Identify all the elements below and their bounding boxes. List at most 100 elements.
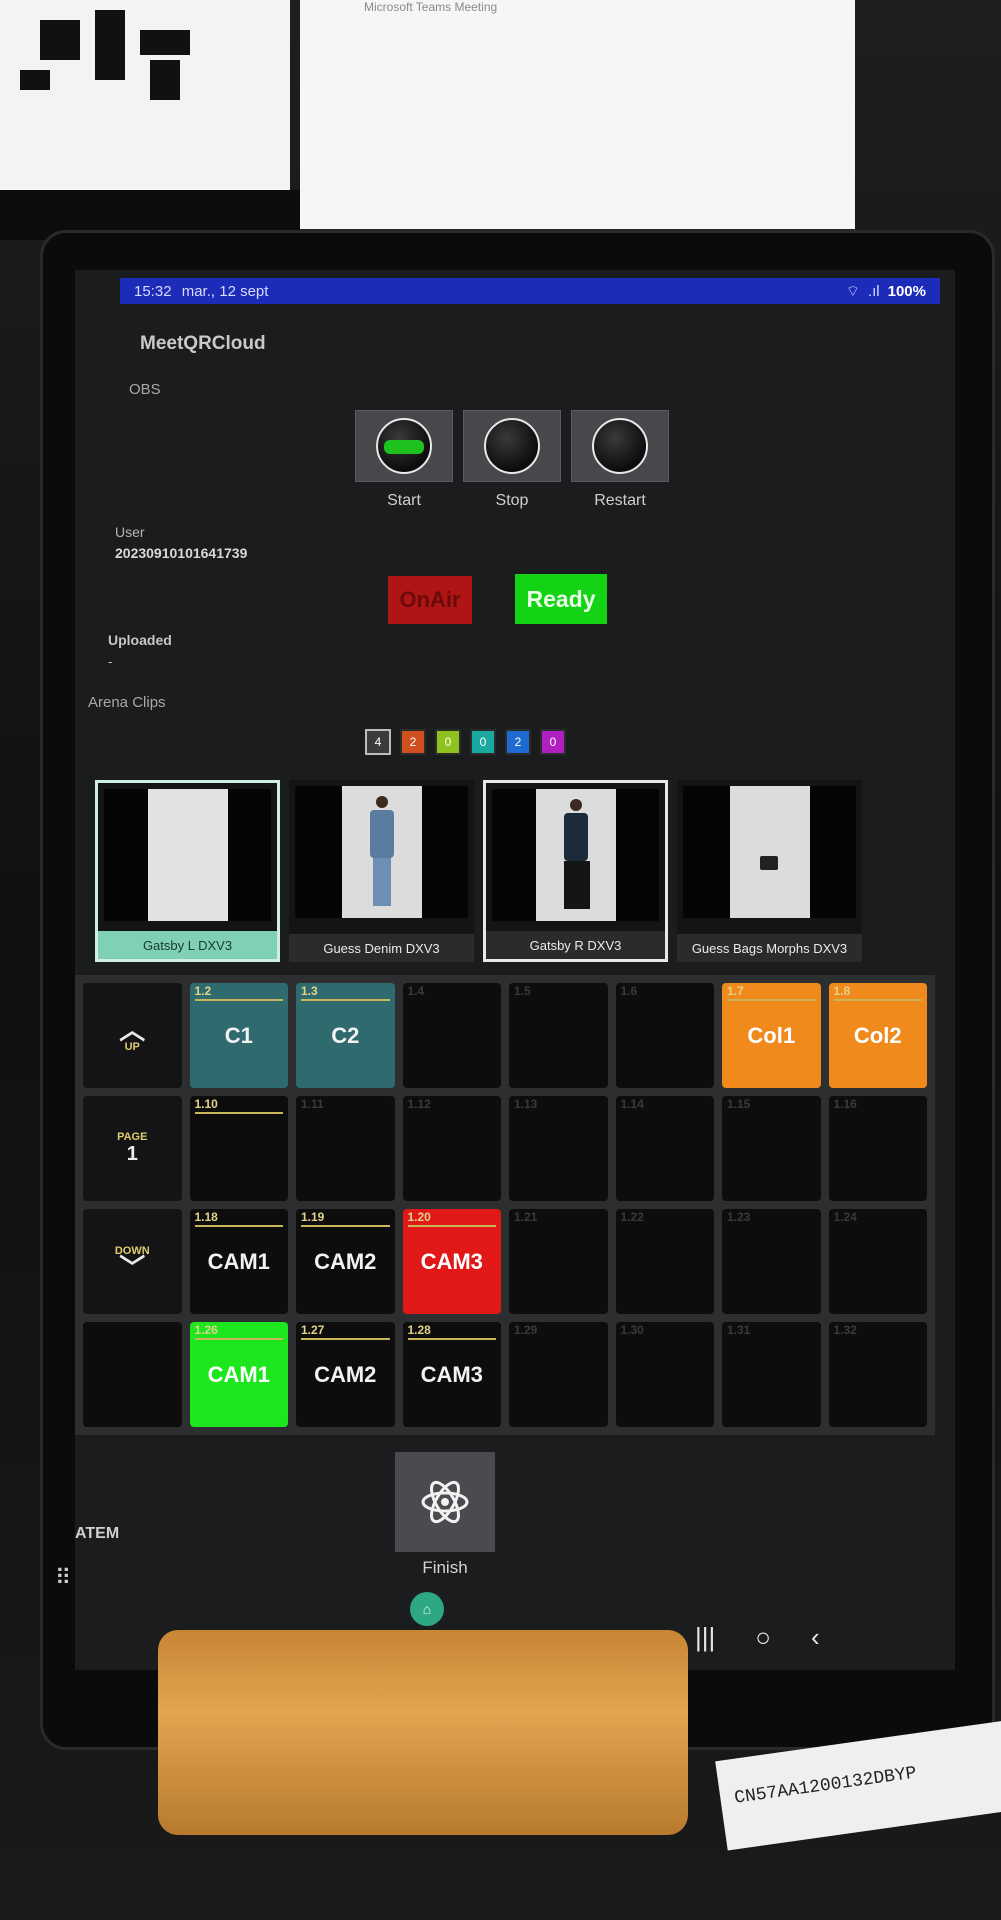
grid-button-empty[interactable]: 1.16 (828, 1096, 927, 1201)
apps-grid-icon[interactable]: ⠿ (55, 1565, 71, 1591)
uploaded-label: Uploaded (108, 632, 172, 648)
cell-number: 1.2 (194, 984, 283, 1001)
page-number: 1 (126, 1143, 138, 1165)
bag-image (759, 856, 778, 870)
grid-button-c1[interactable]: 1.2 C1 (189, 983, 288, 1088)
grid-button-empty[interactable]: 1.15 (722, 1096, 821, 1201)
clip-thumbnail (295, 786, 468, 918)
grid-button-c2[interactable]: 1.3 C2 (296, 983, 395, 1088)
clip-caption: Guess Denim DXV3 (289, 934, 474, 962)
cell-number: 1.27 (301, 1323, 390, 1340)
obs-start-button[interactable] (355, 410, 453, 482)
page-up-button[interactable]: ︿ UP (83, 983, 182, 1088)
grid-button-empty[interactable]: 1.24 (828, 1209, 927, 1314)
cell-number: 1.10 (194, 1097, 283, 1114)
obs-restart-button[interactable] (571, 410, 669, 482)
cell-number: 1.28 (407, 1323, 496, 1340)
grid-button-empty[interactable]: 1.22 (615, 1209, 714, 1314)
cell-number: 1.23 (727, 1210, 751, 1224)
cell-number: 1.15 (727, 1097, 751, 1111)
grid-button-cam3-preview[interactable]: 1.28 CAM3 (402, 1322, 501, 1427)
cell-number: 1.20 (407, 1210, 496, 1227)
grid-button-empty[interactable]: 1.4 (402, 983, 501, 1088)
photo-scene: Microsoft Teams Meeting 15:32 mar., 12 s… (0, 0, 1001, 1920)
user-label: User (115, 524, 145, 540)
atem-button-grid: ︿ UP 1.2 C1 1.3 C2 1.4 1.5 1.6 1.7 Col1 1.8… (75, 975, 935, 1435)
grid-button-cam2-preview[interactable]: 1.27 CAM2 (296, 1322, 395, 1427)
app-title: MeetQRCloud (140, 333, 266, 354)
cell-number: 1.13 (514, 1097, 538, 1111)
cell-label: CAM1 (207, 1248, 270, 1274)
grid-button-empty[interactable]: 1.32 (828, 1322, 927, 1427)
obs-icon (592, 418, 648, 474)
status-time: 15:32 (134, 282, 172, 300)
home-app-icon[interactable]: ⌂ (410, 1592, 444, 1626)
layer-chip[interactable]: 0 (470, 729, 496, 755)
clip-guess-denim[interactable]: Guess Denim DXV3 (289, 780, 474, 962)
status-date: mar., 12 sept (181, 282, 269, 300)
grid-button-cam1-preview[interactable]: 1.26 CAM1 (189, 1322, 288, 1427)
finish-button[interactable] (395, 1452, 495, 1552)
grid-button-empty[interactable]: 1.10 (189, 1096, 288, 1201)
bamboo-stand (158, 1630, 688, 1835)
cell-label: CAM3 (420, 1361, 483, 1387)
grid-button-cam2-program[interactable]: 1.19 CAM2 (296, 1209, 395, 1314)
grid-button-cam1-program[interactable]: 1.18 CAM1 (189, 1209, 288, 1314)
layer-chip[interactable]: 0 (540, 729, 566, 755)
grid-button-empty[interactable]: 1.14 (615, 1096, 714, 1201)
clip-caption: Gatsby L DXV3 (98, 931, 277, 959)
home-icon[interactable]: ○ (755, 1622, 771, 1653)
cell-number: 1.8 (833, 984, 922, 1001)
chevron-down-icon: ﹀ (119, 1252, 146, 1283)
grid-button-empty[interactable]: 1.23 (722, 1209, 821, 1314)
grid-button-empty[interactable]: 1.6 (615, 983, 714, 1088)
layer-chips: 4 2 0 0 2 0 (365, 729, 566, 755)
obs-stop-button[interactable] (463, 410, 561, 482)
grid-button-empty[interactable]: 1.21 (509, 1209, 608, 1314)
grid-button-col1[interactable]: 1.7 Col1 (722, 983, 821, 1088)
cell-number: 1.21 (514, 1210, 538, 1224)
cell-number: 1.3 (301, 984, 390, 1001)
background-monitor-teams: Microsoft Teams Meeting (300, 0, 855, 235)
grid-button-empty[interactable]: 1.13 (509, 1096, 608, 1201)
clip-gatsby-l[interactable]: Gatsby L DXV3 (95, 780, 280, 962)
on-air-indicator: OnAir (388, 576, 472, 624)
clip-caption: Gatsby R DXV3 (486, 931, 665, 959)
status-bar: 15:32 mar., 12 sept ⌔ .ıl 100% (120, 278, 940, 304)
layer-chip[interactable]: 4 (365, 729, 391, 755)
page-up-label: UP (124, 1040, 140, 1053)
cell-number: 1.19 (301, 1210, 390, 1227)
grid-button-empty[interactable]: 1.29 (509, 1322, 608, 1427)
grid-button-empty[interactable]: 1.5 (509, 983, 608, 1088)
obs-captions: Start Stop Restart (355, 492, 669, 510)
cell-number: 1.11 (301, 1097, 324, 1111)
cell-number: 1.5 (514, 984, 531, 998)
cell-number: 1.18 (194, 1210, 283, 1227)
obs-icon (484, 418, 540, 474)
clip-thumbnail (492, 789, 659, 921)
cell-label: CAM2 (314, 1361, 377, 1387)
back-icon[interactable]: ‹ (811, 1622, 820, 1653)
layer-chip[interactable]: 0 (435, 729, 461, 755)
layer-chip[interactable]: 2 (400, 729, 426, 755)
cell-number: 1.30 (620, 1323, 644, 1337)
obs-section-label: OBS (129, 381, 161, 398)
battery-level: 100% (887, 282, 926, 300)
grid-button-empty[interactable]: 1.12 (402, 1096, 501, 1201)
layer-chip[interactable]: 2 (505, 729, 531, 755)
clip-gatsby-r[interactable]: Gatsby R DXV3 (483, 780, 668, 962)
grid-blank (83, 1322, 182, 1427)
cell-number: 1.31 (727, 1323, 751, 1337)
clip-thumbnail (104, 789, 271, 921)
page-down-button[interactable]: DOWN ﹀ (83, 1209, 182, 1314)
grid-button-empty[interactable]: 1.31 (722, 1322, 821, 1427)
obs-icon (376, 418, 432, 474)
grid-button-cam3-program[interactable]: 1.20 CAM3 (402, 1209, 501, 1314)
grid-button-empty[interactable]: 1.30 (615, 1322, 714, 1427)
finish-label: Finish (422, 1558, 468, 1577)
clip-guess-bags[interactable]: Guess Bags Morphs DXV3 (677, 780, 862, 962)
recents-icon[interactable]: ||| (695, 1622, 715, 1653)
grid-button-col2[interactable]: 1.8 Col2 (828, 983, 927, 1088)
grid-button-empty[interactable]: 1.11 (296, 1096, 395, 1201)
cell-number: 1.32 (833, 1323, 857, 1337)
